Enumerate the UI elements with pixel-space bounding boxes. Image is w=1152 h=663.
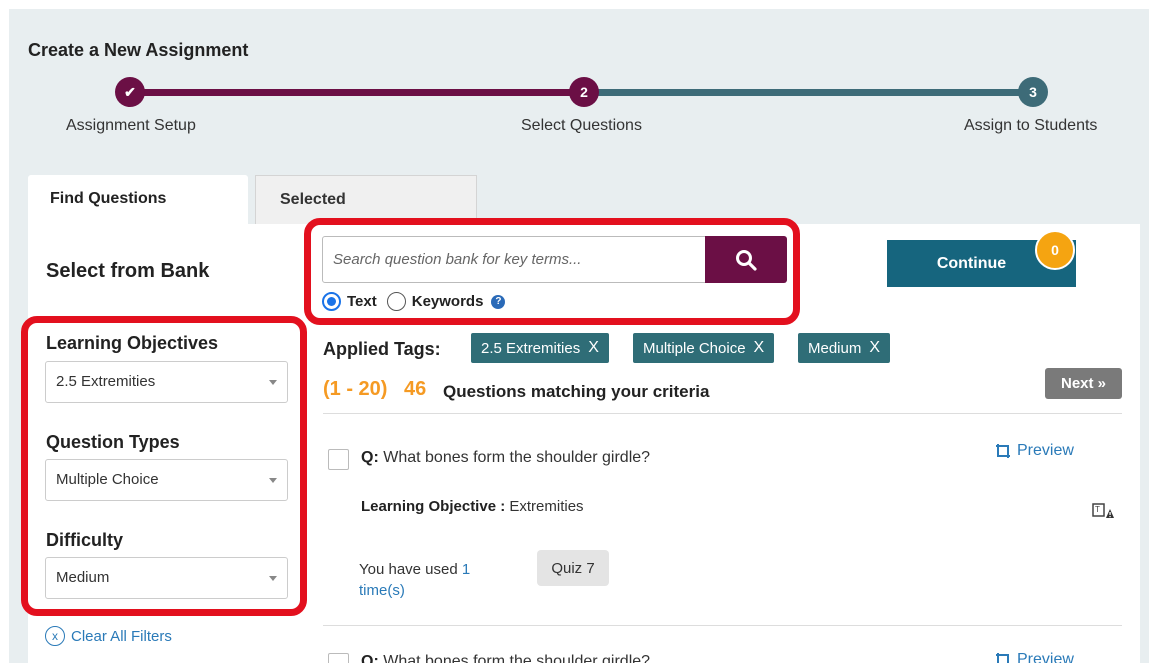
tag-label: Medium — [808, 339, 862, 357]
preview-icon — [996, 653, 1009, 663]
filter-label-learning-objectives: Learning Objectives — [46, 333, 219, 353]
quiz-chip: Quiz 7 — [537, 550, 609, 586]
question-text: Q: What bones form the shoulder girdle? — [361, 449, 650, 467]
preview-link[interactable]: Preview — [995, 651, 1074, 663]
usage-count-link[interactable]: 1 — [462, 561, 470, 578]
applied-tag: 2.5 Extremities X — [471, 333, 609, 363]
preview-label: Preview — [1017, 442, 1074, 459]
keywords-radio-label: Keywords — [411, 293, 484, 310]
search-button[interactable] — [705, 236, 787, 283]
result-range: (1 - 20) — [323, 378, 388, 400]
result-total: 46 — [404, 378, 427, 400]
step-3-marker: 3 — [1018, 77, 1048, 107]
question-text: Q: What bones form the shoulder girdle? — [361, 653, 650, 663]
progress-line-complete — [130, 89, 584, 96]
chevron-down-icon — [269, 478, 277, 483]
usage-prefix: You have used — [359, 561, 458, 578]
select-from-bank-heading: Select from Bank — [46, 260, 210, 282]
report-issue-icon[interactable]: T — [1092, 502, 1114, 520]
step-2-marker: 2 — [569, 77, 599, 107]
applied-tag: Medium X — [798, 333, 891, 363]
difficulty-value: Medium — [56, 569, 110, 586]
question-checkbox[interactable] — [328, 653, 349, 663]
remove-tag-icon[interactable]: X — [869, 339, 880, 357]
clear-all-filters-label: Clear All Filters — [71, 627, 172, 645]
tag-label: 2.5 Extremities — [481, 339, 581, 357]
step-label-setup: Assignment Setup — [66, 117, 196, 134]
text-radio-label: Text — [347, 293, 377, 310]
tab-find-questions[interactable]: Find Questions — [28, 175, 248, 224]
step-label-select: Select Questions — [521, 117, 642, 134]
text-radio[interactable] — [322, 292, 341, 311]
chevron-down-icon — [269, 380, 277, 385]
search-input[interactable] — [322, 236, 706, 283]
learning-objective-row: Learning Objective : Extremities — [361, 498, 584, 515]
svg-text:T: T — [1095, 505, 1100, 514]
difficulty-select[interactable]: Medium — [45, 557, 288, 599]
lo-value: Extremities — [509, 498, 584, 515]
learning-objectives-value: 2.5 Extremities — [56, 373, 156, 390]
filter-label-difficulty: Difficulty — [46, 530, 124, 550]
search-icon — [736, 249, 757, 271]
keywords-radio[interactable] — [386, 292, 406, 311]
learning-objectives-select[interactable]: 2.5 Extremities — [45, 361, 288, 403]
remove-tag-icon[interactable]: X — [588, 339, 599, 357]
question-prefix: Q: — [361, 449, 379, 466]
selected-count-badge: 0 — [1035, 230, 1075, 270]
progress-line-pending — [584, 89, 1034, 96]
usage-info: You have used 1 time(s) — [359, 559, 499, 601]
clear-x-icon: x — [45, 626, 65, 646]
result-caption: Questions matching your criteria — [443, 382, 710, 401]
question-prefix: Q: — [361, 653, 379, 663]
tag-label: Multiple Choice — [643, 339, 746, 357]
tab-selected[interactable]: Selected — [255, 175, 477, 224]
filter-label-question-types: Question Types — [46, 432, 180, 452]
question-types-select[interactable]: Multiple Choice — [45, 459, 288, 501]
remove-tag-icon[interactable]: X — [754, 339, 765, 357]
lo-label: Learning Objective : — [361, 498, 506, 515]
preview-label: Preview — [1017, 651, 1074, 663]
question-types-value: Multiple Choice — [56, 471, 159, 488]
step-label-assign: Assign to Students — [964, 117, 1098, 134]
step-1-check-icon: ✔ — [115, 77, 145, 107]
applied-tags-label: Applied Tags: — [323, 339, 441, 359]
applied-tag: Multiple Choice X — [633, 333, 775, 363]
clear-all-filters-link[interactable]: x Clear All Filters — [45, 626, 172, 646]
divider — [323, 413, 1122, 414]
help-icon[interactable]: ? — [491, 294, 506, 309]
page-title: Create a New Assignment — [28, 40, 249, 60]
question-body: What bones form the shoulder girdle? — [383, 653, 651, 663]
chevron-down-icon — [269, 576, 277, 581]
preview-link[interactable]: Preview — [995, 442, 1074, 460]
next-page-button[interactable]: Next » — [1045, 368, 1122, 399]
preview-icon — [996, 444, 1010, 458]
search-mode-options: Text Keywords ? — [322, 292, 506, 311]
question-checkbox[interactable] — [328, 449, 349, 470]
question-body: What bones form the shoulder girdle? — [383, 449, 651, 466]
divider — [323, 625, 1122, 626]
usage-suffix-link[interactable]: time(s) — [359, 582, 405, 599]
